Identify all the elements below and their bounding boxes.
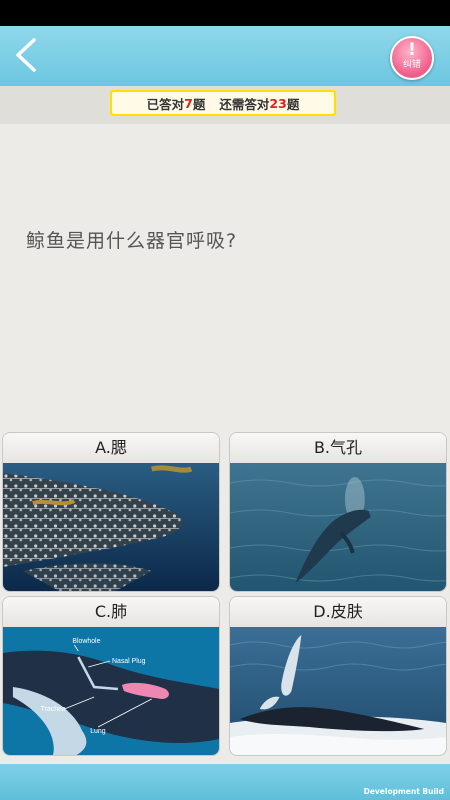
option-d-label: D.皮肤 xyxy=(230,597,446,627)
option-a-label: A.腮 xyxy=(3,433,219,463)
report-error-button[interactable]: ! 纠错 xyxy=(390,36,434,80)
diagram-label-trachea: Trachea xyxy=(41,706,66,713)
main-content: 已答对 7 题还需答对 23 题 鲸鱼是用什么器官呼吸? A.腮 B.气孔 C.… xyxy=(0,86,450,764)
answered-count: 7 xyxy=(184,95,193,111)
diagram-label-lung: Lung xyxy=(90,728,106,735)
option-c-card[interactable]: C.肺 Blowhole Nasal Plug Trachea Lung xyxy=(2,596,220,756)
progress-badge: 已答对 7 题还需答对 23 题 xyxy=(110,90,336,116)
report-label: 纠错 xyxy=(402,60,421,70)
header-bar: ! 纠错 xyxy=(0,26,450,86)
progress-unit-2: 题 xyxy=(286,96,300,112)
progress-unit: 题 xyxy=(192,96,206,112)
chevron-left-icon xyxy=(16,38,36,72)
back-button[interactable] xyxy=(10,36,46,74)
option-d-card[interactable]: D.皮肤 xyxy=(229,596,447,756)
bottom-bar: Development Build xyxy=(0,764,450,800)
progress-text: 已答对 7 题还需答对 23 题 xyxy=(112,92,334,114)
exclamation-icon: ! xyxy=(408,40,416,60)
question-text: 鲸鱼是用什么器官呼吸? xyxy=(26,230,238,252)
dolphin-blowhole-image xyxy=(230,463,446,591)
whale-lung-diagram: Blowhole Nasal Plug Trachea Lung xyxy=(3,627,219,755)
progress-middle: 还需答对 xyxy=(219,96,270,112)
option-c-label: C.肺 xyxy=(3,597,219,627)
remaining-count: 23 xyxy=(269,95,287,111)
whale-shark-image xyxy=(3,463,219,591)
option-a-card[interactable]: A.腮 xyxy=(2,432,220,592)
option-b-card[interactable]: B.气孔 xyxy=(229,432,447,592)
status-bar xyxy=(0,0,450,26)
progress-prefix: 已答对 xyxy=(146,96,185,112)
development-build-label: Development Build xyxy=(363,787,444,796)
whale-breach-image xyxy=(230,627,446,755)
diagram-label-blowhole: Blowhole xyxy=(72,638,100,645)
option-b-label: B.气孔 xyxy=(230,433,446,463)
diagram-label-nasal-plug: Nasal Plug xyxy=(112,658,146,665)
